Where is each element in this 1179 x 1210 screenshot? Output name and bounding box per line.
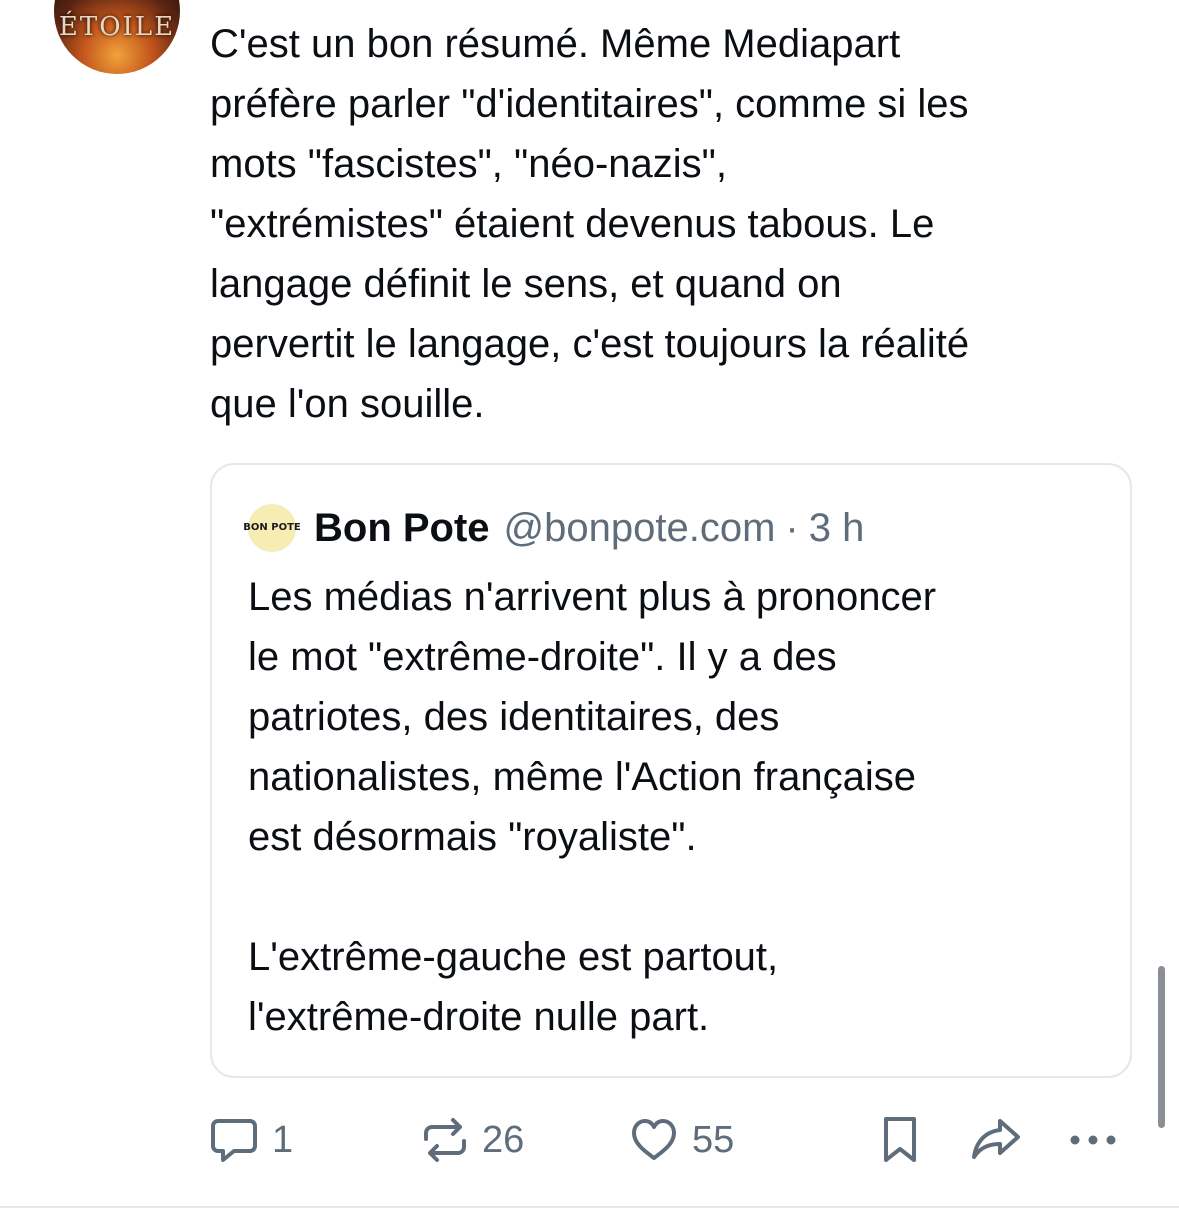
like-count: 55 — [692, 1118, 735, 1161]
scrollbar-thumb[interactable] — [1158, 966, 1165, 1128]
repost-count: 26 — [482, 1118, 525, 1161]
repost-button[interactable]: 26 — [422, 1112, 524, 1168]
more-options-button[interactable] — [1068, 1112, 1118, 1168]
share-button[interactable] — [970, 1112, 1022, 1168]
author-avatar-text: ÉTOILE — [58, 12, 176, 42]
quote-author-avatar[interactable]: BON POTE — [243, 504, 301, 552]
quote-author-name[interactable]: Bon Pote — [314, 506, 490, 551]
quote-author-handle[interactable]: @bonpote.com — [504, 506, 776, 551]
like-icon — [632, 1119, 676, 1160]
quote-text: Les médias n'arrivent plus à prononcer l… — [248, 575, 937, 1039]
quote-separator: · — [785, 505, 799, 550]
post-text: C'est un bon résumé. Même Mediapart préf… — [210, 22, 970, 426]
quote-header: BON POTE Bon Pote @bonpote.com · 3 h — [243, 503, 865, 553]
quote-post-card[interactable]: BON POTE Bon Pote @bonpote.com · 3 h Les… — [210, 463, 1132, 1078]
bookmark-button[interactable] — [880, 1112, 920, 1168]
share-icon — [972, 1119, 1020, 1159]
reply-icon — [211, 1119, 257, 1162]
like-button[interactable]: 55 — [630, 1112, 734, 1168]
repost-icon — [424, 1118, 466, 1162]
more-icon — [1070, 1135, 1116, 1145]
quote-timestamp[interactable]: 3 h — [809, 506, 865, 551]
reply-count: 1 — [272, 1118, 294, 1161]
reply-button[interactable]: 1 — [210, 1112, 293, 1168]
bookmark-icon — [884, 1117, 916, 1162]
post-divider — [0, 1206, 1179, 1208]
author-avatar[interactable]: ÉTOILE — [54, 0, 180, 74]
quote-avatar-text: BON POTE — [243, 522, 301, 533]
